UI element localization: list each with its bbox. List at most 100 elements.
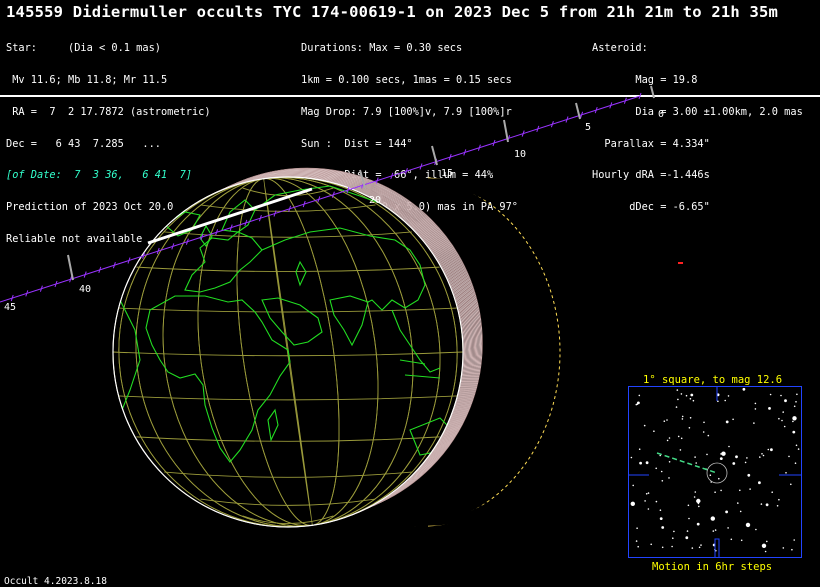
field-star (647, 492, 650, 494)
field-star (692, 399, 695, 402)
field-star (784, 399, 787, 403)
field-star (794, 462, 797, 464)
version-footer: Occult 4.2023.8.18 (4, 576, 107, 587)
field-star (676, 389, 679, 391)
field-star (762, 454, 765, 457)
field-star (689, 417, 692, 419)
field-star (677, 398, 679, 401)
field-star (709, 474, 712, 476)
field-star (725, 510, 728, 514)
field-star (760, 503, 763, 505)
field-star (725, 420, 729, 424)
inset-caption: Motion in 6hr steps (652, 561, 773, 573)
field-star (792, 416, 797, 421)
field-star (659, 517, 663, 520)
field-star (727, 395, 730, 397)
field-star (661, 526, 665, 529)
field-star (759, 456, 761, 458)
field-star (637, 545, 639, 548)
field-star (653, 430, 655, 432)
field-star (661, 546, 664, 549)
field-star (792, 420, 794, 423)
field-star (791, 548, 793, 551)
field-star (688, 427, 691, 429)
field-star (795, 401, 797, 403)
field-star (728, 445, 730, 448)
field-star (754, 402, 757, 405)
field-star (685, 536, 689, 540)
field-star (776, 505, 779, 507)
field-star (630, 501, 635, 506)
field-star (770, 448, 773, 452)
field-star (739, 510, 742, 513)
inset-border-detail (629, 387, 801, 557)
field-star (761, 543, 767, 548)
field-star (681, 418, 684, 420)
field-star (688, 517, 690, 520)
field-star (714, 491, 716, 493)
field-star (645, 493, 648, 495)
field-star (643, 424, 646, 427)
field-star (677, 435, 680, 438)
field-star (637, 401, 640, 405)
field-star (768, 407, 771, 410)
track-label: 20 (369, 195, 381, 206)
field-star (693, 496, 696, 498)
field-star (698, 505, 700, 508)
field-star (735, 455, 738, 459)
field-star (718, 477, 720, 480)
field-star (632, 484, 634, 487)
inset-title: 1° square, to mag 12.6 (643, 374, 783, 386)
field-star (746, 457, 748, 459)
motion-track (656, 452, 718, 474)
field-star (691, 547, 694, 549)
field-star (700, 544, 702, 546)
field-star (647, 508, 650, 510)
track-label: 5 (585, 122, 591, 133)
field-star (761, 453, 763, 455)
field-star (782, 411, 784, 413)
field-star (707, 434, 710, 437)
field-star (663, 420, 666, 422)
field-star (714, 529, 717, 531)
field-star (638, 448, 641, 450)
field-star (666, 419, 668, 421)
field-star (749, 488, 751, 490)
field-star (655, 467, 657, 470)
field-star (796, 393, 798, 396)
field-star (680, 393, 683, 395)
field-star (755, 528, 757, 531)
field-star (687, 504, 690, 507)
field-star (710, 516, 715, 521)
field-star (696, 522, 700, 526)
field-star (780, 394, 782, 397)
field-star (790, 483, 792, 486)
field-star (721, 451, 726, 456)
field-star (793, 405, 796, 408)
star-chart-inset (628, 386, 802, 558)
field-star (686, 530, 689, 532)
field-star (744, 461, 747, 464)
field-star (724, 399, 726, 402)
field-star (695, 462, 697, 464)
red-marker (678, 262, 683, 264)
field-star (639, 461, 642, 465)
field-star (645, 461, 649, 465)
field-star (680, 437, 683, 440)
field-star (703, 421, 705, 424)
field-star (754, 408, 757, 410)
field-star (644, 500, 646, 502)
field-star (778, 417, 780, 420)
field-star (764, 550, 767, 553)
field-star (769, 393, 772, 396)
track-label: 15 (441, 168, 453, 179)
field-star (685, 394, 688, 397)
star-field (629, 387, 801, 557)
field-star (712, 530, 715, 532)
track-label: 10 (514, 149, 526, 160)
field-star (650, 543, 652, 546)
field-star (668, 461, 671, 463)
field-star (782, 547, 785, 549)
track-label: 45 (4, 302, 16, 313)
field-star (696, 498, 701, 504)
